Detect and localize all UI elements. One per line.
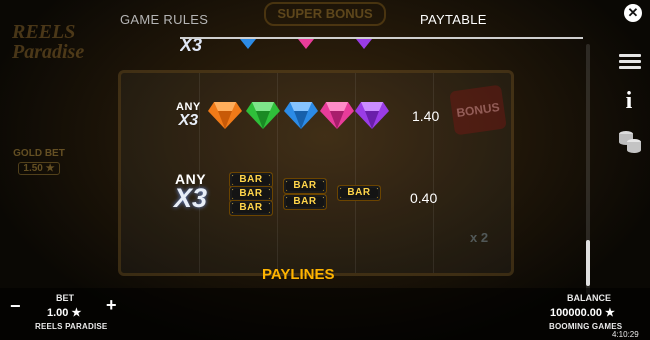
double-bar-icon-bottom: BAR (283, 194, 327, 210)
green-gem-icon (246, 102, 280, 129)
multiplier-symbol: x 2 (470, 230, 489, 245)
row2-any-x3: ANY X3 (174, 172, 208, 213)
gold-bet-value: 1.50 ★ (18, 162, 60, 175)
balance-label: BALANCE (567, 293, 611, 303)
bar-text: BAR (286, 181, 324, 191)
game-name: REELS PARADISE (35, 322, 108, 331)
game-logo: REELS Paradise (12, 21, 85, 63)
menu-icon[interactable] (619, 54, 641, 70)
triple-bar-icon-bottom: BAR (229, 200, 273, 216)
decrease-bet-button[interactable]: − (10, 296, 21, 317)
paytable-partial-row: X3 (180, 39, 580, 53)
tab-game-rules[interactable]: GAME RULES (120, 12, 208, 27)
bar-text: BAR (232, 203, 270, 213)
gold-bet-label: GOLD BET (13, 148, 65, 159)
paylines-heading: PAYLINES (262, 266, 335, 283)
row2-x3-label: X3 (174, 183, 208, 213)
bar-text: BAR (340, 188, 378, 198)
bar-text: BAR (232, 175, 270, 185)
row1-any-x3: ANY X3 (176, 102, 201, 129)
paytable-scrollbar-thumb[interactable] (586, 240, 590, 286)
blue-gem-icon (284, 102, 318, 129)
row1-x3-label: X3 (178, 112, 199, 129)
bet-value: 1.00 ★ (47, 307, 82, 319)
bet-label: BET (56, 293, 74, 303)
svg-text:X3: X3 (180, 39, 202, 53)
coins-icon[interactable] (617, 126, 643, 154)
super-bonus-banner: SUPER BONUS (264, 2, 386, 26)
clock: 4:10:29 (612, 330, 639, 339)
bar-text: BAR (286, 197, 324, 207)
increase-bet-button[interactable]: + (106, 295, 117, 316)
tab-paytable[interactable]: PAYTABLE (420, 12, 487, 27)
single-bar-icon: BAR (337, 185, 381, 201)
purple-gem-icon (355, 102, 389, 129)
double-bar-icon-top: BAR (283, 178, 327, 194)
pink-gem-icon (320, 102, 354, 129)
gold-bet-panel: GOLD BET 1.50 ★ (10, 148, 68, 175)
bar-text: BAR (232, 189, 270, 199)
info-icon[interactable]: i (624, 88, 634, 115)
bonus-symbol: BONUS (449, 84, 507, 136)
balance-value: 100000.00 ★ (550, 307, 615, 319)
close-icon[interactable]: ✕ (624, 4, 642, 22)
orange-gem-icon (208, 102, 242, 129)
row2-payout: 0.40 (410, 190, 438, 206)
row1-payout: 1.40 (412, 108, 440, 124)
